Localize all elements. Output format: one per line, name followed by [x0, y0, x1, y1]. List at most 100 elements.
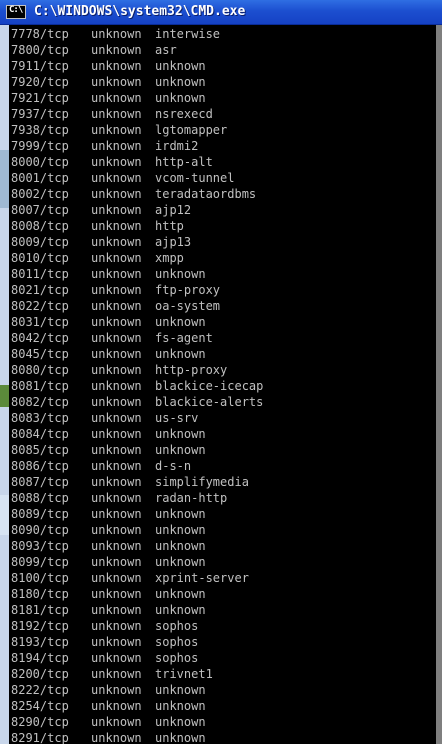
- port-text: 8081/tcp: [11, 379, 69, 393]
- window-title: C:\WINDOWS\system32\CMD.exe: [34, 4, 246, 19]
- state-text: unknown: [91, 667, 142, 681]
- state-text: unknown: [91, 155, 142, 169]
- state-text: unknown: [91, 699, 142, 713]
- service-text: blackice-icecap: [155, 379, 264, 393]
- service-text: sophos: [155, 635, 199, 649]
- cmd-app-icon[interactable]: C:\: [6, 5, 26, 19]
- state-text: unknown: [91, 123, 142, 137]
- service-text: unknown: [155, 507, 206, 521]
- state-text: unknown: [91, 283, 142, 297]
- window-right-border: [436, 25, 442, 744]
- service-text: us-srv: [155, 411, 199, 425]
- port-text: 7911/tcp: [11, 59, 69, 73]
- state-text: unknown: [91, 251, 142, 265]
- port-text: 8045/tcp: [11, 347, 69, 361]
- service-text: unknown: [155, 347, 206, 361]
- state-text: unknown: [91, 523, 142, 537]
- state-text: unknown: [91, 363, 142, 377]
- state-text: unknown: [91, 43, 142, 57]
- service-text: unknown: [155, 603, 206, 617]
- service-text: sophos: [155, 651, 199, 665]
- service-text: d-s-n: [155, 459, 192, 473]
- service-text: unknown: [155, 315, 206, 329]
- port-text: 7999/tcp: [11, 139, 69, 153]
- state-text: unknown: [91, 427, 142, 441]
- state-text: unknown: [91, 203, 142, 217]
- service-text: unknown: [155, 683, 206, 697]
- port-text: 8083/tcp: [11, 411, 69, 425]
- service-text: unknown: [155, 539, 206, 553]
- state-text: unknown: [91, 603, 142, 617]
- service-text: unknown: [155, 443, 206, 457]
- service-text: http-proxy: [155, 363, 228, 377]
- state-text: unknown: [91, 491, 142, 505]
- state-text: unknown: [91, 475, 142, 489]
- port-text: 7938/tcp: [11, 123, 69, 137]
- port-text: 8007/tcp: [11, 203, 69, 217]
- port-text: 8010/tcp: [11, 251, 69, 265]
- port-text: 8011/tcp: [11, 267, 69, 281]
- port-text: 8021/tcp: [11, 283, 69, 297]
- port-text: 8193/tcp: [11, 635, 69, 649]
- state-text: unknown: [91, 59, 142, 73]
- port-text: 8291/tcp: [11, 731, 69, 744]
- state-text: unknown: [91, 635, 142, 649]
- state-text: unknown: [91, 683, 142, 697]
- port-text: 8001/tcp: [11, 171, 69, 185]
- port-text: 8084/tcp: [11, 427, 69, 441]
- port-text: 8180/tcp: [11, 587, 69, 601]
- port-text: 8200/tcp: [11, 667, 69, 681]
- cmd-app-icon-label: C:\: [9, 5, 23, 15]
- console-output[interactable]: 7778/tcp unknown interwise 7800/tcp unknown a…: [9, 25, 436, 744]
- port-text: 8088/tcp: [11, 491, 69, 505]
- state-text: unknown: [91, 187, 142, 201]
- service-text: vcom-tunnel: [155, 171, 235, 185]
- port-text: 8031/tcp: [11, 315, 69, 329]
- service-text: http-alt: [155, 155, 213, 169]
- service-text: ajp13: [155, 235, 192, 249]
- port-text: 8093/tcp: [11, 539, 69, 553]
- state-text: unknown: [91, 555, 142, 569]
- title-bar[interactable]: C:\ C:\WINDOWS\system32\CMD.exe: [0, 0, 442, 25]
- service-text: blackice-alerts: [155, 395, 264, 409]
- background-window-edge: [0, 25, 9, 744]
- port-text: 8181/tcp: [11, 603, 69, 617]
- service-text: http: [155, 219, 184, 233]
- port-text: 8087/tcp: [11, 475, 69, 489]
- port-text: 8022/tcp: [11, 299, 69, 313]
- port-text: 8192/tcp: [11, 619, 69, 633]
- port-text: 8099/tcp: [11, 555, 69, 569]
- service-text: unknown: [155, 699, 206, 713]
- state-text: unknown: [91, 619, 142, 633]
- port-text: 8090/tcp: [11, 523, 69, 537]
- service-text: unknown: [155, 267, 206, 281]
- state-text: unknown: [91, 379, 142, 393]
- state-text: unknown: [91, 91, 142, 105]
- service-text: irdmi2: [155, 139, 199, 153]
- port-text: 7778/tcp: [11, 27, 69, 41]
- state-text: unknown: [91, 107, 142, 121]
- port-text: 8086/tcp: [11, 459, 69, 473]
- state-text: unknown: [91, 731, 142, 744]
- service-text: lgtomapper: [155, 123, 228, 137]
- cmd-window: C:\ C:\WINDOWS\system32\CMD.exe 7778/tcp…: [0, 0, 442, 744]
- service-text: unknown: [155, 59, 206, 73]
- port-text: 8009/tcp: [11, 235, 69, 249]
- state-text: unknown: [91, 395, 142, 409]
- state-text: unknown: [91, 651, 142, 665]
- port-text: 8085/tcp: [11, 443, 69, 457]
- port-text: 8194/tcp: [11, 651, 69, 665]
- port-text: 7800/tcp: [11, 43, 69, 57]
- service-text: ajp12: [155, 203, 192, 217]
- state-text: unknown: [91, 171, 142, 185]
- state-text: unknown: [91, 507, 142, 521]
- state-text: unknown: [91, 587, 142, 601]
- state-text: unknown: [91, 715, 142, 729]
- state-text: unknown: [91, 139, 142, 153]
- service-text: teradataordbms: [155, 187, 257, 201]
- service-text: sophos: [155, 619, 199, 633]
- service-text: unknown: [155, 587, 206, 601]
- service-text: xmpp: [155, 251, 184, 265]
- service-text: unknown: [155, 555, 206, 569]
- service-text: unknown: [155, 523, 206, 537]
